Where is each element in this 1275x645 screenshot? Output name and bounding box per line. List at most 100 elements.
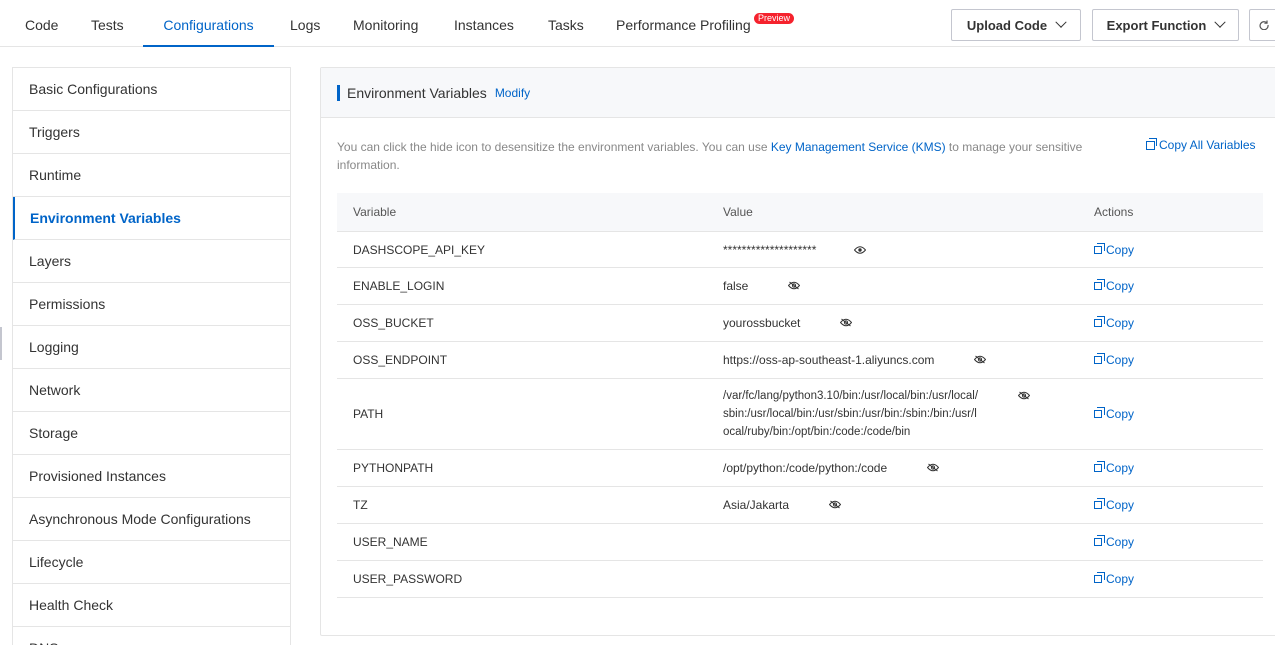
- actions-cell: Copy: [1079, 498, 1263, 512]
- variable-value-cell: /opt/python:/code/python:/code: [708, 461, 1079, 475]
- variable-value-cell: /var/fc/lang/python3.10/bin:/usr/local/b…: [708, 387, 1079, 441]
- hide-value-icon[interactable]: [926, 461, 940, 475]
- hide-value-icon[interactable]: [788, 279, 801, 293]
- env-variables-panel: Environment Variables Modify You can cli…: [320, 67, 1275, 636]
- copy-label: Copy: [1106, 407, 1135, 421]
- variable-value: Asia/Jakarta: [723, 498, 790, 512]
- actions-cell: Copy: [1079, 242, 1263, 257]
- env-variables-table: Variable Value Actions DASHSCOPE_API_KEY…: [337, 193, 1263, 598]
- copy-label: Copy: [1106, 461, 1135, 475]
- upload-code-button[interactable]: Upload Code: [951, 9, 1081, 41]
- variable-value: /opt/python:/code/python:/code: [723, 461, 888, 475]
- variable-name: PATH: [353, 407, 384, 421]
- variable-name: OSS_ENDPOINT: [353, 353, 448, 367]
- table-row: PATH/var/fc/lang/python3.10/bin:/usr/loc…: [337, 379, 1263, 450]
- tab-tasks[interactable]: Tasks: [548, 0, 584, 47]
- refresh-button[interactable]: [1249, 9, 1275, 41]
- variable-value: https://oss-ap-southeast-1.aliyuncs.com: [723, 353, 935, 367]
- chevron-down-icon: [1214, 16, 1226, 28]
- panel-title: Environment Variables: [347, 84, 487, 101]
- actions-cell: Copy: [1079, 279, 1263, 293]
- variable-name: TZ: [353, 498, 368, 512]
- header-variable: Variable: [353, 205, 397, 219]
- variable-value: /var/fc/lang/python3.10/bin:/usr/local/b…: [723, 390, 979, 438]
- copy-button[interactable]: Copy: [1094, 407, 1263, 421]
- sidebar-item-layers[interactable]: Layers: [13, 240, 290, 283]
- copy-button[interactable]: Copy: [1094, 572, 1263, 586]
- variable-name: DASHSCOPE_API_KEY: [353, 242, 486, 257]
- actions-cell: Copy: [1079, 316, 1263, 330]
- copy-button[interactable]: Copy: [1094, 279, 1263, 293]
- sidebar-item-health-check[interactable]: Health Check: [13, 584, 290, 627]
- hide-value-icon[interactable]: [1017, 389, 1031, 403]
- variable-name: PYTHONPATH: [353, 461, 434, 475]
- table-row: TZ Asia/Jakarta Copy: [337, 487, 1263, 524]
- copy-button[interactable]: Copy: [1094, 242, 1263, 257]
- copy-button[interactable]: Copy: [1094, 461, 1263, 475]
- variable-name: USER_NAME: [353, 535, 428, 549]
- hide-value-icon[interactable]: [840, 316, 853, 330]
- sidebar-item-storage[interactable]: Storage: [13, 412, 290, 455]
- sidebar-item-runtime[interactable]: Runtime: [13, 154, 290, 197]
- copy-icon: [1094, 461, 1105, 472]
- sidebar-item-environment-variables[interactable]: Environment Variables: [13, 197, 290, 240]
- actions-cell: Copy: [1079, 461, 1263, 475]
- copy-label: Copy: [1106, 316, 1135, 330]
- chevron-down-icon: [1055, 16, 1067, 28]
- preview-badge: Preview: [754, 13, 795, 24]
- collapse-handle[interactable]: [0, 327, 2, 360]
- tab-code[interactable]: Code: [25, 0, 58, 47]
- copy-all-variables-button[interactable]: Copy All Variables: [1146, 137, 1256, 152]
- tab-configurations[interactable]: Configurations: [143, 0, 274, 47]
- modify-link[interactable]: Modify: [495, 86, 530, 100]
- config-sidebar: Basic Configurations Triggers Runtime En…: [12, 67, 291, 645]
- copy-button[interactable]: Copy: [1094, 316, 1263, 330]
- show-value-icon[interactable]: [854, 243, 867, 257]
- copy-button[interactable]: Copy: [1094, 535, 1263, 549]
- variable-name: USER_PASSWORD: [353, 572, 463, 586]
- panel-header: Environment Variables Modify: [321, 68, 1275, 118]
- table-row: OSS_ENDPOINT https://oss-ap-southeast-1.a…: [337, 342, 1263, 379]
- variable-value: false: [723, 279, 749, 293]
- upload-code-label: Upload Code: [966, 17, 1048, 33]
- copy-button[interactable]: Copy: [1094, 353, 1263, 367]
- hide-value-icon[interactable]: [974, 353, 987, 367]
- copy-icon: [1094, 279, 1105, 290]
- copy-icon: [1094, 353, 1105, 364]
- table-row: PYTHONPATH/opt/python:/code/python:/code…: [337, 450, 1263, 487]
- sidebar-item-triggers[interactable]: Triggers: [13, 111, 290, 154]
- sidebar-item-permissions[interactable]: Permissions: [13, 283, 290, 326]
- actions-cell: Copy: [1079, 572, 1263, 586]
- table-row: DASHSCOPE_API_KEY ******************** Cop…: [337, 232, 1263, 268]
- tab-logs[interactable]: Logs: [290, 0, 320, 47]
- kms-link[interactable]: Key Management Service (KMS): [771, 140, 946, 154]
- sidebar-item-logging[interactable]: Logging: [13, 326, 290, 369]
- tab-monitoring[interactable]: Monitoring: [353, 0, 418, 47]
- copy-icon: [1146, 137, 1157, 150]
- variable-value-cell: https://oss-ap-southeast-1.aliyuncs.com: [708, 353, 1079, 367]
- variable-value-cell: Asia/Jakarta: [708, 498, 1079, 512]
- panel-description: You can click the hide icon to desensiti…: [337, 138, 1137, 174]
- header-actions: Actions: [1094, 205, 1134, 219]
- copy-button[interactable]: Copy: [1094, 498, 1263, 512]
- copy-label: Copy: [1106, 535, 1135, 549]
- sidebar-item-provisioned-instances[interactable]: Provisioned Instances: [13, 455, 290, 498]
- tab-tests[interactable]: Tests: [91, 0, 124, 47]
- copy-all-label: Copy All Variables: [1159, 138, 1256, 152]
- tab-performance-profiling[interactable]: Performance Profiling: [616, 0, 751, 47]
- export-function-button[interactable]: Export Function: [1092, 9, 1239, 41]
- sidebar-item-dns[interactable]: DNS: [13, 627, 290, 645]
- title-accent-bar: [337, 84, 340, 101]
- copy-label: Copy: [1106, 242, 1135, 257]
- copy-label: Copy: [1106, 498, 1135, 512]
- copy-icon: [1094, 316, 1105, 327]
- sidebar-item-basic-configurations[interactable]: Basic Configurations: [13, 68, 290, 111]
- hide-value-icon[interactable]: [828, 498, 842, 512]
- sidebar-item-network[interactable]: Network: [13, 369, 290, 412]
- copy-icon: [1094, 572, 1105, 583]
- tab-instances[interactable]: Instances: [454, 0, 514, 47]
- copy-icon: [1094, 498, 1105, 509]
- sidebar-item-asynchronous-mode[interactable]: Asynchronous Mode Configurations: [13, 498, 290, 541]
- table-header: Variable Value Actions: [337, 193, 1263, 232]
- sidebar-item-lifecycle[interactable]: Lifecycle: [13, 541, 290, 584]
